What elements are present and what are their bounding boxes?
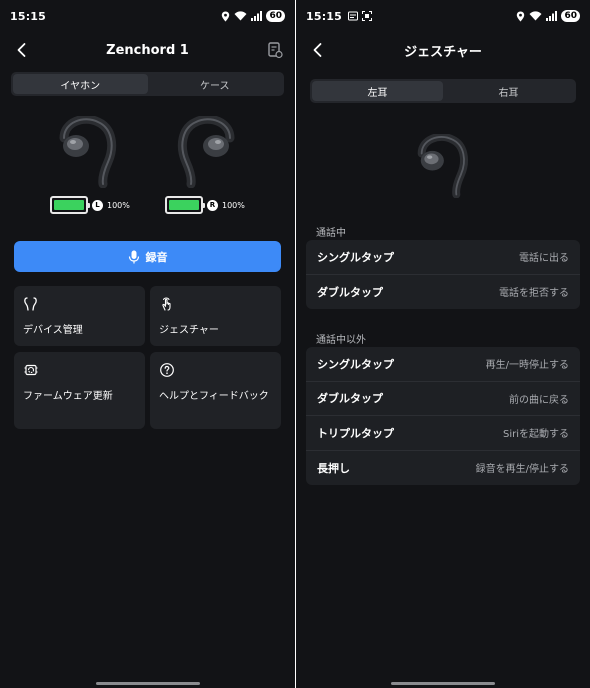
gesture-name: ダブルタップ [317, 392, 383, 406]
wifi-icon [529, 11, 542, 21]
record-button[interactable]: 録音 [14, 241, 281, 272]
left-battery-percent: 100% [107, 200, 130, 210]
tile-label: ファームウェア更新 [23, 391, 113, 402]
back-arrow-icon[interactable] [12, 40, 32, 60]
gesture-row[interactable]: ダブルタップ 電話を拒否する [306, 275, 580, 310]
section-not-in-call: 通話中以外 [316, 335, 366, 346]
left-battery: L 100% [50, 196, 130, 214]
tile-firmware-update[interactable]: ファームウェア更新 [14, 352, 145, 429]
gesture-name: トリプルタップ [317, 426, 394, 440]
gesture-name: ダブルタップ [317, 285, 383, 299]
gesture-row[interactable]: 長押し 録音を再生/停止する [306, 451, 580, 486]
tile-label: ヘルプとフィードバック [159, 391, 269, 402]
status-bar: 15:15 60 [296, 0, 590, 32]
during-call-card: シングルタップ 電話に出る ダブルタップ 電話を拒否する [306, 240, 580, 309]
page-title: Zenchord 1 [106, 42, 189, 58]
right-earbud-image [177, 116, 235, 188]
gesture-name: シングルタップ [317, 250, 394, 264]
earbuds-icon [24, 297, 37, 311]
page-title: ジェスチャー [404, 44, 482, 60]
left-earbud-image [59, 116, 117, 188]
record-label: 録音 [145, 250, 168, 264]
right-battery-percent: 100% [222, 200, 245, 210]
gesture-action: 電話に出る [519, 253, 569, 265]
notification-icon [348, 11, 359, 21]
tab-case[interactable]: ケース [148, 74, 283, 94]
dual-screenshot: 15:15 60 Zenchord 1 イヤホン ケース L 100% R 10… [0, 0, 590, 688]
gesture-row[interactable]: トリプルタップ Siriを起動する [306, 416, 580, 451]
tile-gesture[interactable]: ジェスチャー [150, 286, 281, 346]
right-badge: R [207, 199, 218, 211]
tile-label: デバイス管理 [23, 325, 83, 336]
left-badge: L [92, 199, 103, 211]
help-icon [160, 363, 174, 377]
gesture-action: 録音を再生/停止する [475, 464, 569, 476]
gesture-name: シングルタップ [317, 357, 394, 371]
status-time: 15:15 [306, 9, 343, 23]
gesture-row[interactable]: シングルタップ 再生/一時停止する [306, 347, 580, 382]
wifi-icon [234, 11, 247, 21]
battery-icon [50, 196, 90, 214]
back-arrow-icon[interactable] [308, 40, 328, 60]
gesture-row[interactable]: シングルタップ 電話に出る [306, 240, 580, 275]
ear-switcher: 左耳 右耳 [310, 79, 576, 103]
gesture-screen: 15:15 60 ジェスチャー 左耳 右耳 通話中 シングルタップ 電話に出る … [295, 0, 590, 688]
status-bar: 15:15 60 [0, 0, 295, 32]
tab-right-ear[interactable]: 右耳 [443, 81, 574, 101]
tab-switcher: イヤホン ケース [11, 72, 284, 96]
location-icon [517, 11, 525, 21]
gesture-action: 再生/一時停止する [485, 360, 569, 372]
tile-help-feedback[interactable]: ヘルプとフィードバック [150, 352, 281, 429]
battery-level-badge: 60 [266, 10, 285, 22]
not-in-call-card: シングルタップ 再生/一時停止する ダブルタップ 前の曲に戻る トリプルタップ … [306, 347, 580, 485]
app-header: Zenchord 1 [0, 32, 295, 68]
app-header: ジェスチャー [296, 32, 590, 68]
tab-earphones[interactable]: イヤホン [13, 74, 148, 94]
tile-label: ジェスチャー [159, 325, 219, 336]
location-icon [222, 11, 230, 21]
firmware-icon [24, 364, 38, 376]
section-during-call: 通話中 [316, 228, 346, 239]
device-screen: 15:15 60 Zenchord 1 イヤホン ケース L 100% R 10… [0, 0, 295, 688]
battery-icon [165, 196, 205, 214]
tile-device-management[interactable]: デバイス管理 [14, 286, 145, 346]
screenshot-icon [362, 11, 373, 21]
device-settings-icon[interactable] [265, 40, 285, 60]
tab-left-ear[interactable]: 左耳 [312, 81, 443, 101]
status-time: 15:15 [10, 9, 47, 23]
gesture-action: 電話を拒否する [499, 288, 569, 300]
gesture-row[interactable]: ダブルタップ 前の曲に戻る [306, 382, 580, 416]
signal-icon [251, 11, 263, 21]
home-indicator[interactable] [95, 682, 200, 685]
battery-level-badge: 60 [561, 10, 580, 22]
gesture-name: 長押し [317, 461, 350, 475]
microphone-icon [128, 250, 139, 263]
gesture-action: Siriを起動する [502, 429, 569, 441]
signal-icon [546, 11, 558, 21]
right-battery: R 100% [165, 196, 245, 214]
left-earbud-image [417, 134, 468, 198]
home-indicator[interactable] [391, 682, 495, 685]
gesture-icon [162, 297, 171, 311]
gesture-action: 前の曲に戻る [509, 394, 569, 406]
